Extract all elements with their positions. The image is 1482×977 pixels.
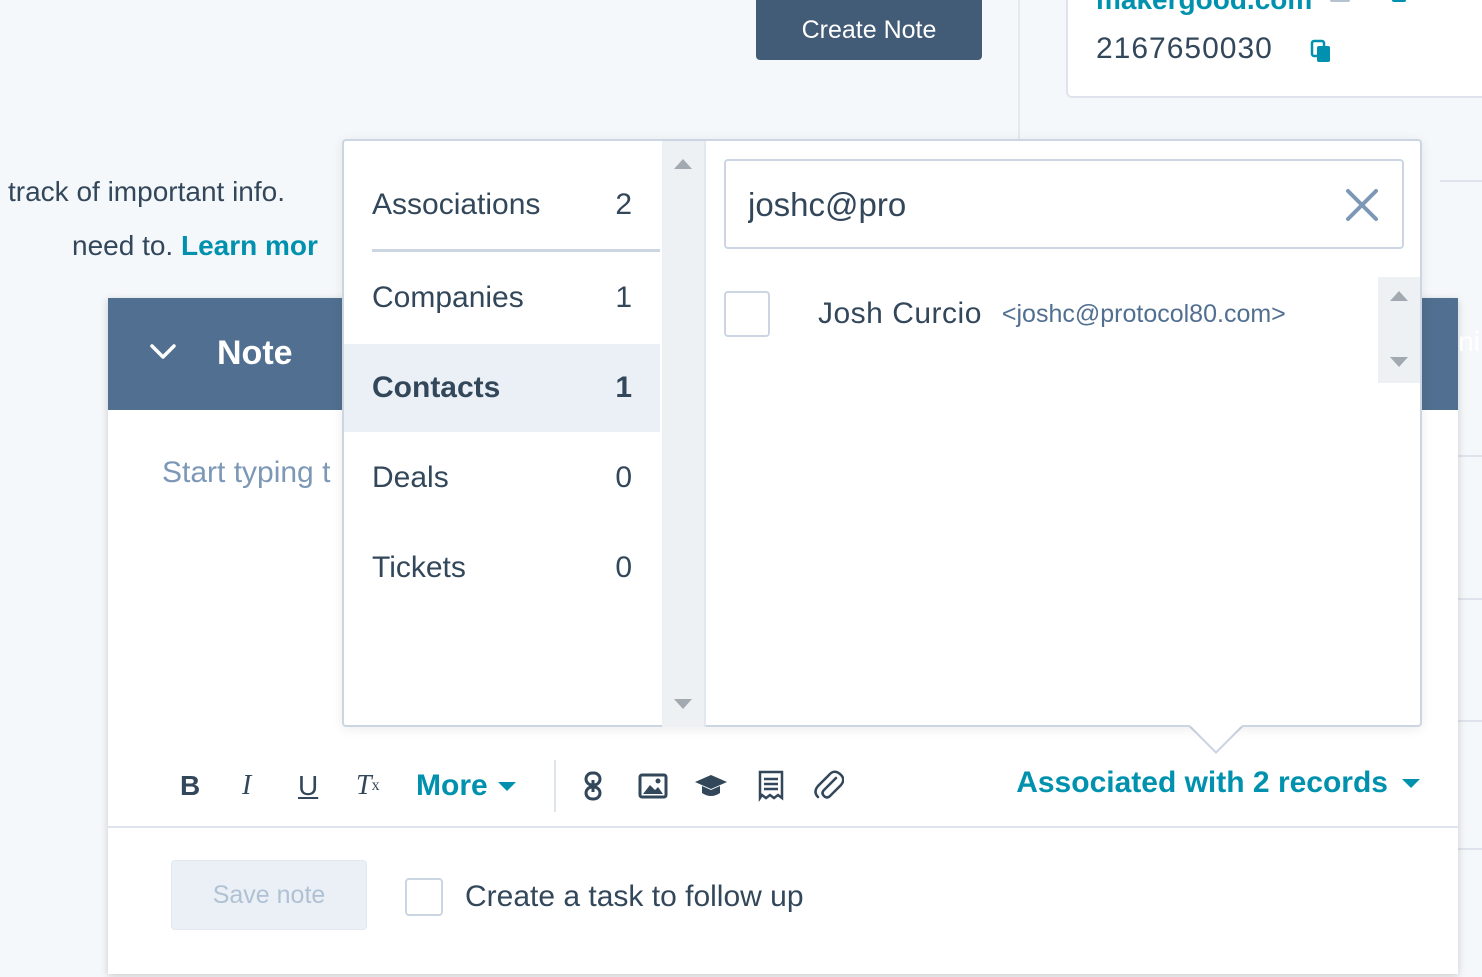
link-icon[interactable]	[576, 766, 610, 806]
paperclip-icon[interactable]	[812, 766, 846, 806]
graduation-cap-icon[interactable]	[694, 766, 728, 806]
category-count: 2	[615, 188, 632, 221]
document-icon[interactable]	[754, 766, 788, 806]
scroll-down-arrow-icon[interactable]	[674, 699, 692, 709]
divider-line	[1440, 180, 1482, 182]
intro-text-need: need to.	[72, 230, 174, 261]
category-label: Tickets	[372, 551, 466, 584]
category-associations[interactable]: Associations 2	[344, 161, 660, 249]
category-label: Companies	[372, 281, 524, 314]
chevron-down-icon[interactable]	[148, 342, 178, 362]
category-label: Associations	[372, 188, 541, 221]
phone-number: 2167650030	[1096, 32, 1273, 65]
caret-down-icon	[1402, 778, 1420, 788]
column-divider	[1018, 0, 1020, 140]
contact-result-checkbox[interactable]	[724, 291, 770, 337]
category-count: 0	[615, 551, 632, 584]
popover-arrow-inner	[1190, 725, 1242, 751]
followup-checkbox[interactable]	[405, 878, 443, 916]
email-actions	[1330, 0, 1406, 2]
copy-icon[interactable]	[1310, 39, 1332, 63]
create-note-button[interactable]: Create Note	[756, 0, 982, 60]
category-companies[interactable]: Companies 1	[344, 254, 660, 342]
close-icon[interactable]	[1344, 187, 1380, 223]
copy-email-icon[interactable]	[1392, 0, 1406, 2]
followup-task-option[interactable]: Create a task to follow up	[405, 878, 804, 916]
category-divider	[372, 249, 660, 252]
bold-button[interactable]: B	[180, 766, 200, 806]
contact-info-card: makergood.com 2167650030	[1066, 0, 1482, 98]
more-dropdown[interactable]: More	[416, 766, 516, 806]
scroll-up-arrow-icon[interactable]	[674, 159, 692, 169]
followup-label: Create a task to follow up	[465, 880, 804, 913]
associated-records-label: Associated with 2 records	[1016, 766, 1388, 799]
scroll-down-arrow-icon[interactable]	[1390, 357, 1408, 367]
email-link[interactable]: makergood.com	[1096, 0, 1312, 16]
more-label: More	[416, 769, 488, 802]
scroll-up-arrow-icon[interactable]	[1390, 291, 1408, 301]
italic-button[interactable]: I	[242, 766, 251, 806]
toolbar-separator	[554, 760, 556, 812]
underline-button[interactable]: U	[298, 766, 318, 806]
contact-name: Josh Curcio	[818, 297, 982, 330]
contact-email: <joshc@protocol80.com>	[1001, 299, 1286, 328]
footer-divider	[108, 826, 1458, 828]
edit-icon[interactable]	[1330, 0, 1350, 2]
category-scrollbar[interactable]	[662, 141, 704, 727]
image-icon[interactable]	[636, 766, 670, 806]
clear-format-glyph: T	[356, 770, 372, 801]
learn-more-link[interactable]: Learn mor	[181, 230, 318, 261]
category-deals[interactable]: Deals 0	[344, 434, 660, 522]
association-category-list: Associations 2 Companies 1 Contacts 1 De…	[344, 141, 660, 727]
category-contacts[interactable]: Contacts 1	[344, 344, 660, 432]
category-count: 1	[615, 371, 632, 404]
header-action-text[interactable]: ni	[1458, 326, 1480, 358]
pane-divider	[704, 141, 706, 727]
contact-result-row[interactable]: Josh Curcio <joshc@protocol80.com>	[724, 289, 1286, 339]
save-note-button[interactable]: Save note	[171, 860, 367, 930]
category-count: 1	[615, 281, 632, 314]
association-search[interactable]	[724, 159, 1404, 249]
category-tickets[interactable]: Tickets 0	[344, 524, 660, 612]
note-body-placeholder[interactable]: Start typing t	[162, 456, 330, 490]
category-count: 0	[615, 461, 632, 494]
associated-records-dropdown[interactable]: Associated with 2 records	[1016, 766, 1420, 800]
intro-text-line2: need to. Learn mor	[72, 230, 318, 262]
rich-text-toolbar: B I U Tx More Associated with 2 records	[108, 746, 1458, 826]
associations-popover: Associations 2 Companies 1 Contacts 1 De…	[342, 139, 1422, 727]
category-label: Contacts	[372, 371, 501, 404]
category-label: Deals	[372, 461, 449, 494]
clear-format-sub: x	[371, 777, 380, 794]
clear-format-button[interactable]: Tx	[356, 766, 380, 806]
note-title: Note	[217, 334, 293, 372]
results-scrollbar[interactable]	[1378, 277, 1420, 383]
intro-text: track of important info.	[8, 176, 286, 207]
association-search-input[interactable]	[748, 181, 1308, 229]
caret-down-icon	[497, 781, 516, 791]
